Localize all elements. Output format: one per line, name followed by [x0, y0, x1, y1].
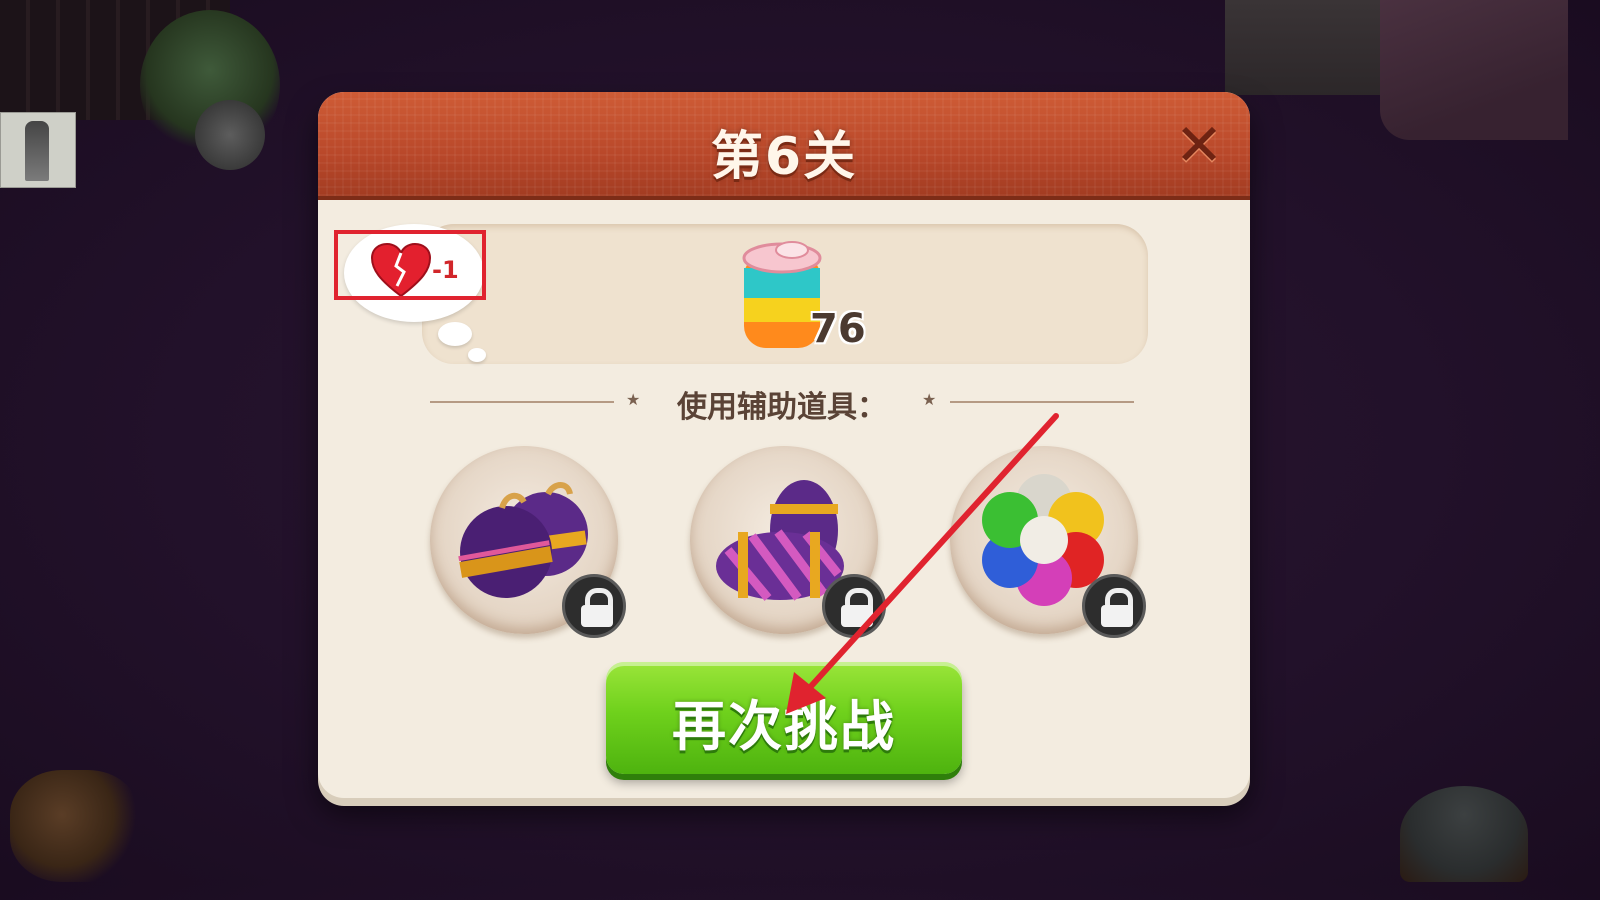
lock-body	[1101, 605, 1133, 627]
background-cabinet	[1225, 0, 1385, 95]
lock-body	[581, 605, 613, 627]
booster-bomb-pair[interactable]	[430, 446, 626, 638]
retry-button-label: 再次挑战	[672, 695, 896, 758]
lock-icon	[562, 574, 626, 638]
background-sofa	[1380, 0, 1568, 140]
background-flower-vase	[10, 770, 140, 882]
close-icon[interactable]: ✕	[1170, 116, 1228, 174]
lock-body	[841, 605, 873, 627]
level-dialog: 第6关 ✕ 76 -1 ★ ★ 使用辅助道具： 再次挑战	[318, 92, 1250, 798]
character-figure	[25, 121, 49, 181]
character-thumbnail[interactable]	[0, 112, 76, 188]
boosters-label: 使用辅助道具：	[677, 390, 887, 425]
thought-bubble-dot	[438, 322, 472, 346]
booster-rainbow-ball[interactable]	[950, 446, 1146, 638]
annotation-highlight-box	[334, 230, 486, 300]
lock-icon	[822, 574, 886, 638]
level-title: 第6关	[710, 127, 858, 187]
goal-count: 76	[810, 306, 866, 352]
background-stool	[1400, 786, 1528, 882]
thought-bubble-dot	[468, 348, 486, 362]
boosters-label-row: ★ ★ 使用辅助道具：	[430, 382, 1134, 425]
retry-button[interactable]: 再次挑战	[606, 662, 962, 774]
background-plant-pot	[195, 100, 265, 170]
booster-firecracker[interactable]	[690, 446, 886, 638]
lock-icon	[1082, 574, 1146, 638]
